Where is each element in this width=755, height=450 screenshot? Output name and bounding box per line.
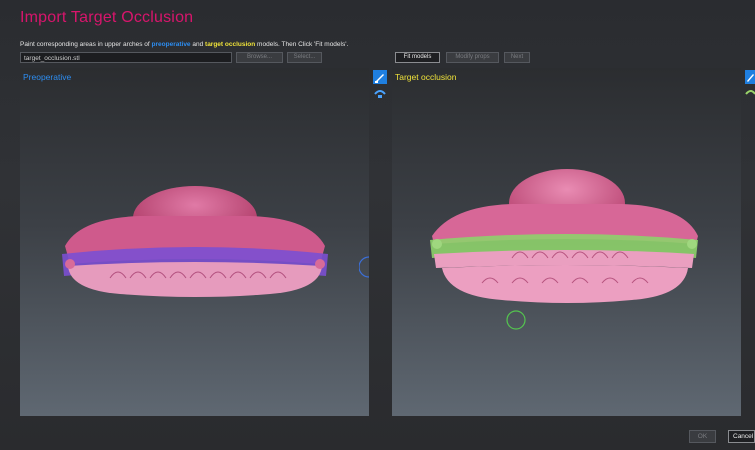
arch-select-icon[interactable] xyxy=(373,86,387,100)
instruction-target: target occlusion xyxy=(205,41,256,48)
modify-props-button[interactable]: Modify props xyxy=(446,52,499,63)
import-target-occlusion-dialog: Import Target Occlusion Paint correspond… xyxy=(0,0,755,450)
select-button[interactable]: Select... xyxy=(287,52,322,63)
paint-brush-icon-target[interactable] xyxy=(745,70,755,84)
instruction-part1: Paint corresponding areas in upper arche… xyxy=(20,41,152,48)
target-occlusion-viewport[interactable]: Target occlusion xyxy=(392,68,741,416)
instruction-part2: and xyxy=(190,41,206,48)
next-button[interactable]: Next xyxy=(504,52,530,63)
ok-button[interactable]: OK xyxy=(689,430,716,443)
instruction-text: Paint corresponding areas in upper arche… xyxy=(20,41,348,48)
arch-select-icon-target[interactable] xyxy=(745,86,755,100)
preoperative-viewport[interactable]: Preoperative xyxy=(20,68,369,416)
brush-cursor-icon xyxy=(506,310,526,330)
browse-button[interactable]: Browse... xyxy=(236,52,283,63)
dialog-title: Import Target Occlusion xyxy=(20,9,194,26)
instruction-preoperative: preoperative xyxy=(151,41,191,48)
file-path-field[interactable]: target_occlusion.stl xyxy=(20,52,232,63)
target-occlusion-model xyxy=(430,169,698,330)
fit-models-button[interactable]: Fit models xyxy=(395,52,440,63)
instruction-part3: models. Then Click 'Fit models'. xyxy=(255,41,349,48)
paint-brush-icon[interactable] xyxy=(373,70,387,84)
preoperative-model xyxy=(62,186,328,297)
cancel-button[interactable]: Cancel xyxy=(728,430,755,443)
rotate-handle-icon[interactable] xyxy=(358,255,371,279)
